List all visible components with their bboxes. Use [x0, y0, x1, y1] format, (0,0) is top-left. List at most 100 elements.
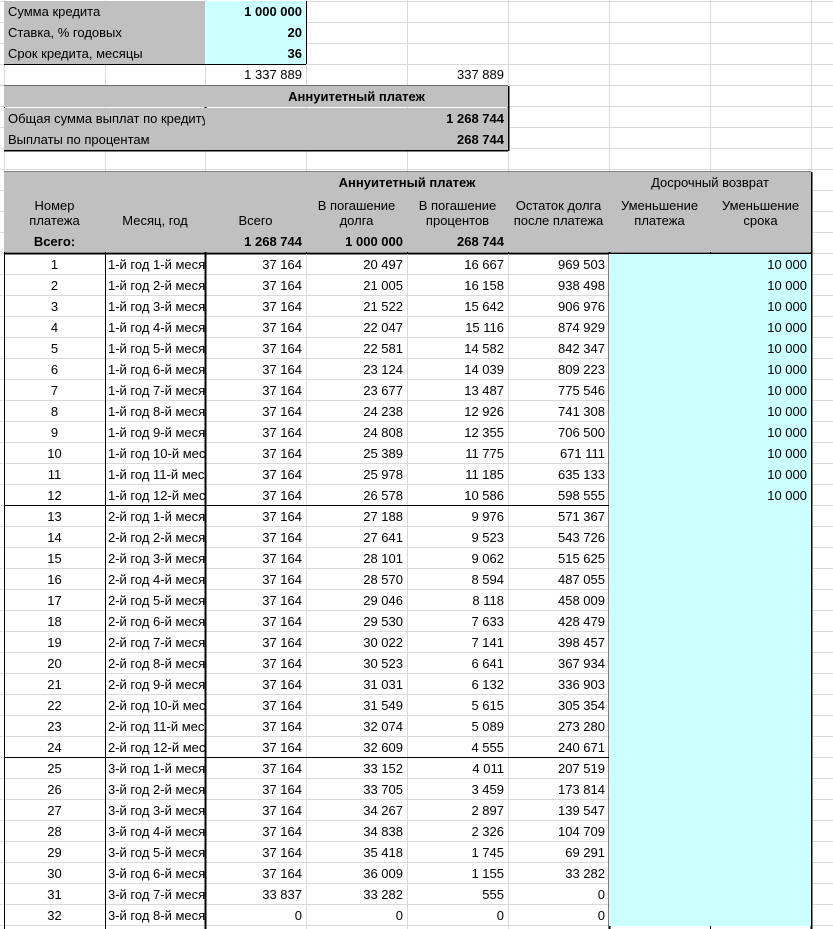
- payment-principal-cell[interactable]: 30 523: [306, 653, 407, 674]
- totals-blank-balance[interactable]: [508, 231, 609, 252]
- payment-total-cell[interactable]: 37 164: [205, 338, 306, 359]
- prepay-reduce-term-cell[interactable]: [710, 821, 811, 842]
- payment-total-cell[interactable]: 37 164: [205, 569, 306, 590]
- payment-month-cell[interactable]: 1-й год 5-й месяц: [105, 338, 205, 359]
- payment-number-cell[interactable]: 4: [4, 317, 105, 338]
- payment-month-cell[interactable]: 2-й год 2-й месяц: [105, 527, 205, 548]
- payment-number-cell[interactable]: 15: [4, 548, 105, 569]
- payment-number-cell[interactable]: 31: [4, 884, 105, 905]
- payment-interest-cell[interactable]: 11 185: [407, 464, 508, 485]
- payment-number-cell[interactable]: 10: [4, 443, 105, 464]
- summary-interest-value[interactable]: 268 744: [205, 129, 508, 150]
- loan-amount-label[interactable]: Сумма кредита: [4, 1, 205, 22]
- prepay-reduce-payment-cell[interactable]: [609, 905, 710, 926]
- payment-interest-cell[interactable]: 5 089: [407, 716, 508, 737]
- payment-principal-cell[interactable]: 33 152: [306, 758, 407, 779]
- payment-balance-cell[interactable]: 273 280: [508, 716, 609, 737]
- payment-balance-cell[interactable]: 207 519: [508, 758, 609, 779]
- prepay-reduce-payment-cell[interactable]: [609, 506, 710, 527]
- prepay-reduce-term-cell[interactable]: 10 000: [710, 485, 811, 506]
- prepay-reduce-term-cell[interactable]: [710, 527, 811, 548]
- payment-interest-cell[interactable]: 12 926: [407, 401, 508, 422]
- prepay-reduce-term-cell[interactable]: 10 000: [710, 296, 811, 317]
- prepay-reduce-payment-cell[interactable]: [609, 548, 710, 569]
- prepay-reduce-payment-cell[interactable]: [609, 842, 710, 863]
- payment-interest-cell[interactable]: 1 745: [407, 842, 508, 863]
- payment-principal-cell[interactable]: 21 522: [306, 296, 407, 317]
- payment-interest-cell[interactable]: 9 062: [407, 548, 508, 569]
- prepay-reduce-payment-cell[interactable]: [609, 254, 710, 275]
- payment-month-cell[interactable]: 1-й год 3-й месяц: [105, 296, 205, 317]
- prepay-reduce-payment-cell[interactable]: [609, 401, 710, 422]
- term-value[interactable]: 36: [205, 43, 306, 64]
- summary-header[interactable]: Аннуитетный платеж: [205, 86, 508, 107]
- payment-balance-cell[interactable]: 842 347: [508, 338, 609, 359]
- calc-total-cell[interactable]: 1 337 889: [205, 64, 306, 85]
- payment-principal-cell[interactable]: 26 578: [306, 485, 407, 506]
- payment-total-cell[interactable]: 37 164: [205, 527, 306, 548]
- prepay-reduce-term-cell[interactable]: [710, 611, 811, 632]
- payment-month-cell[interactable]: 3-й год 4-й месяц: [105, 821, 205, 842]
- payment-balance-cell[interactable]: 543 726: [508, 527, 609, 548]
- payment-number-cell[interactable]: 21: [4, 674, 105, 695]
- payment-balance-cell[interactable]: 0: [508, 905, 609, 926]
- prepay-reduce-payment-cell[interactable]: [609, 380, 710, 401]
- summary-total-value[interactable]: 1 268 744: [205, 108, 508, 129]
- payment-total-cell[interactable]: 37 164: [205, 674, 306, 695]
- payment-total-cell[interactable]: 37 164: [205, 254, 306, 275]
- summary-total-label[interactable]: Общая сумма выплат по кредиту: [4, 108, 205, 129]
- payment-interest-cell[interactable]: 5 615: [407, 695, 508, 716]
- payment-total-cell[interactable]: 37 164: [205, 800, 306, 821]
- payment-balance-cell[interactable]: 428 479: [508, 611, 609, 632]
- payment-interest-cell[interactable]: 10 586: [407, 485, 508, 506]
- payment-balance-cell[interactable]: 969 503: [508, 254, 609, 275]
- payment-number-cell[interactable]: 19: [4, 632, 105, 653]
- payment-interest-cell[interactable]: 12 355: [407, 422, 508, 443]
- prepay-reduce-payment-cell[interactable]: [609, 737, 710, 758]
- payment-balance-cell[interactable]: 741 308: [508, 401, 609, 422]
- payment-number-cell[interactable]: 2: [4, 275, 105, 296]
- prepay-reduce-term-cell[interactable]: [710, 884, 811, 905]
- col-header-principal[interactable]: В погашение долга: [306, 193, 407, 231]
- payment-month-cell[interactable]: 3-й год 7-й месяц: [105, 884, 205, 905]
- prepay-reduce-payment-cell[interactable]: [609, 695, 710, 716]
- totals-blank-prepay1[interactable]: [609, 231, 710, 252]
- payment-number-cell[interactable]: 17: [4, 590, 105, 611]
- payment-month-cell[interactable]: 3-й год 3-й месяц: [105, 800, 205, 821]
- payment-interest-cell[interactable]: 4 555: [407, 737, 508, 758]
- payment-principal-cell[interactable]: 20 497: [306, 254, 407, 275]
- payment-number-cell[interactable]: 9: [4, 422, 105, 443]
- payment-total-cell[interactable]: 37 164: [205, 821, 306, 842]
- payment-month-cell[interactable]: 1-й год 11-й месяц: [105, 464, 205, 485]
- payment-principal-cell[interactable]: 33 705: [306, 779, 407, 800]
- payment-month-cell[interactable]: 1-й год 12-й месяц: [105, 485, 205, 506]
- group-prepay-header[interactable]: Досрочный возврат: [609, 172, 811, 193]
- payment-total-cell[interactable]: 37 164: [205, 611, 306, 632]
- payment-balance-cell[interactable]: 515 625: [508, 548, 609, 569]
- payment-number-cell[interactable]: 30: [4, 863, 105, 884]
- payment-number-cell[interactable]: 3: [4, 296, 105, 317]
- prepay-reduce-term-cell[interactable]: 10 000: [710, 422, 811, 443]
- rate-value[interactable]: 20: [205, 22, 306, 43]
- payment-month-cell[interactable]: 2-й год 7-й месяц: [105, 632, 205, 653]
- payment-principal-cell[interactable]: 28 101: [306, 548, 407, 569]
- payment-number-cell[interactable]: 27: [4, 800, 105, 821]
- payment-month-cell[interactable]: 1-й год 2-й месяц: [105, 275, 205, 296]
- prepay-reduce-payment-cell[interactable]: [609, 632, 710, 653]
- payment-balance-cell[interactable]: 398 457: [508, 632, 609, 653]
- prepay-reduce-payment-cell[interactable]: [609, 800, 710, 821]
- prepay-reduce-payment-cell[interactable]: [609, 716, 710, 737]
- payment-total-cell[interactable]: 37 164: [205, 695, 306, 716]
- payment-balance-cell[interactable]: 240 671: [508, 737, 609, 758]
- payment-total-cell[interactable]: 37 164: [205, 506, 306, 527]
- payment-total-cell[interactable]: 37 164: [205, 485, 306, 506]
- payment-principal-cell[interactable]: 31 549: [306, 695, 407, 716]
- payment-balance-cell[interactable]: 305 354: [508, 695, 609, 716]
- payment-principal-cell[interactable]: 23 124: [306, 359, 407, 380]
- payment-balance-cell[interactable]: 139 547: [508, 800, 609, 821]
- payment-principal-cell[interactable]: 29 530: [306, 611, 407, 632]
- payment-month-cell[interactable]: 3-й год 6-й месяц: [105, 863, 205, 884]
- payment-balance-cell[interactable]: 671 111: [508, 443, 609, 464]
- prepay-reduce-payment-cell[interactable]: [609, 569, 710, 590]
- payment-interest-cell[interactable]: 3 459: [407, 779, 508, 800]
